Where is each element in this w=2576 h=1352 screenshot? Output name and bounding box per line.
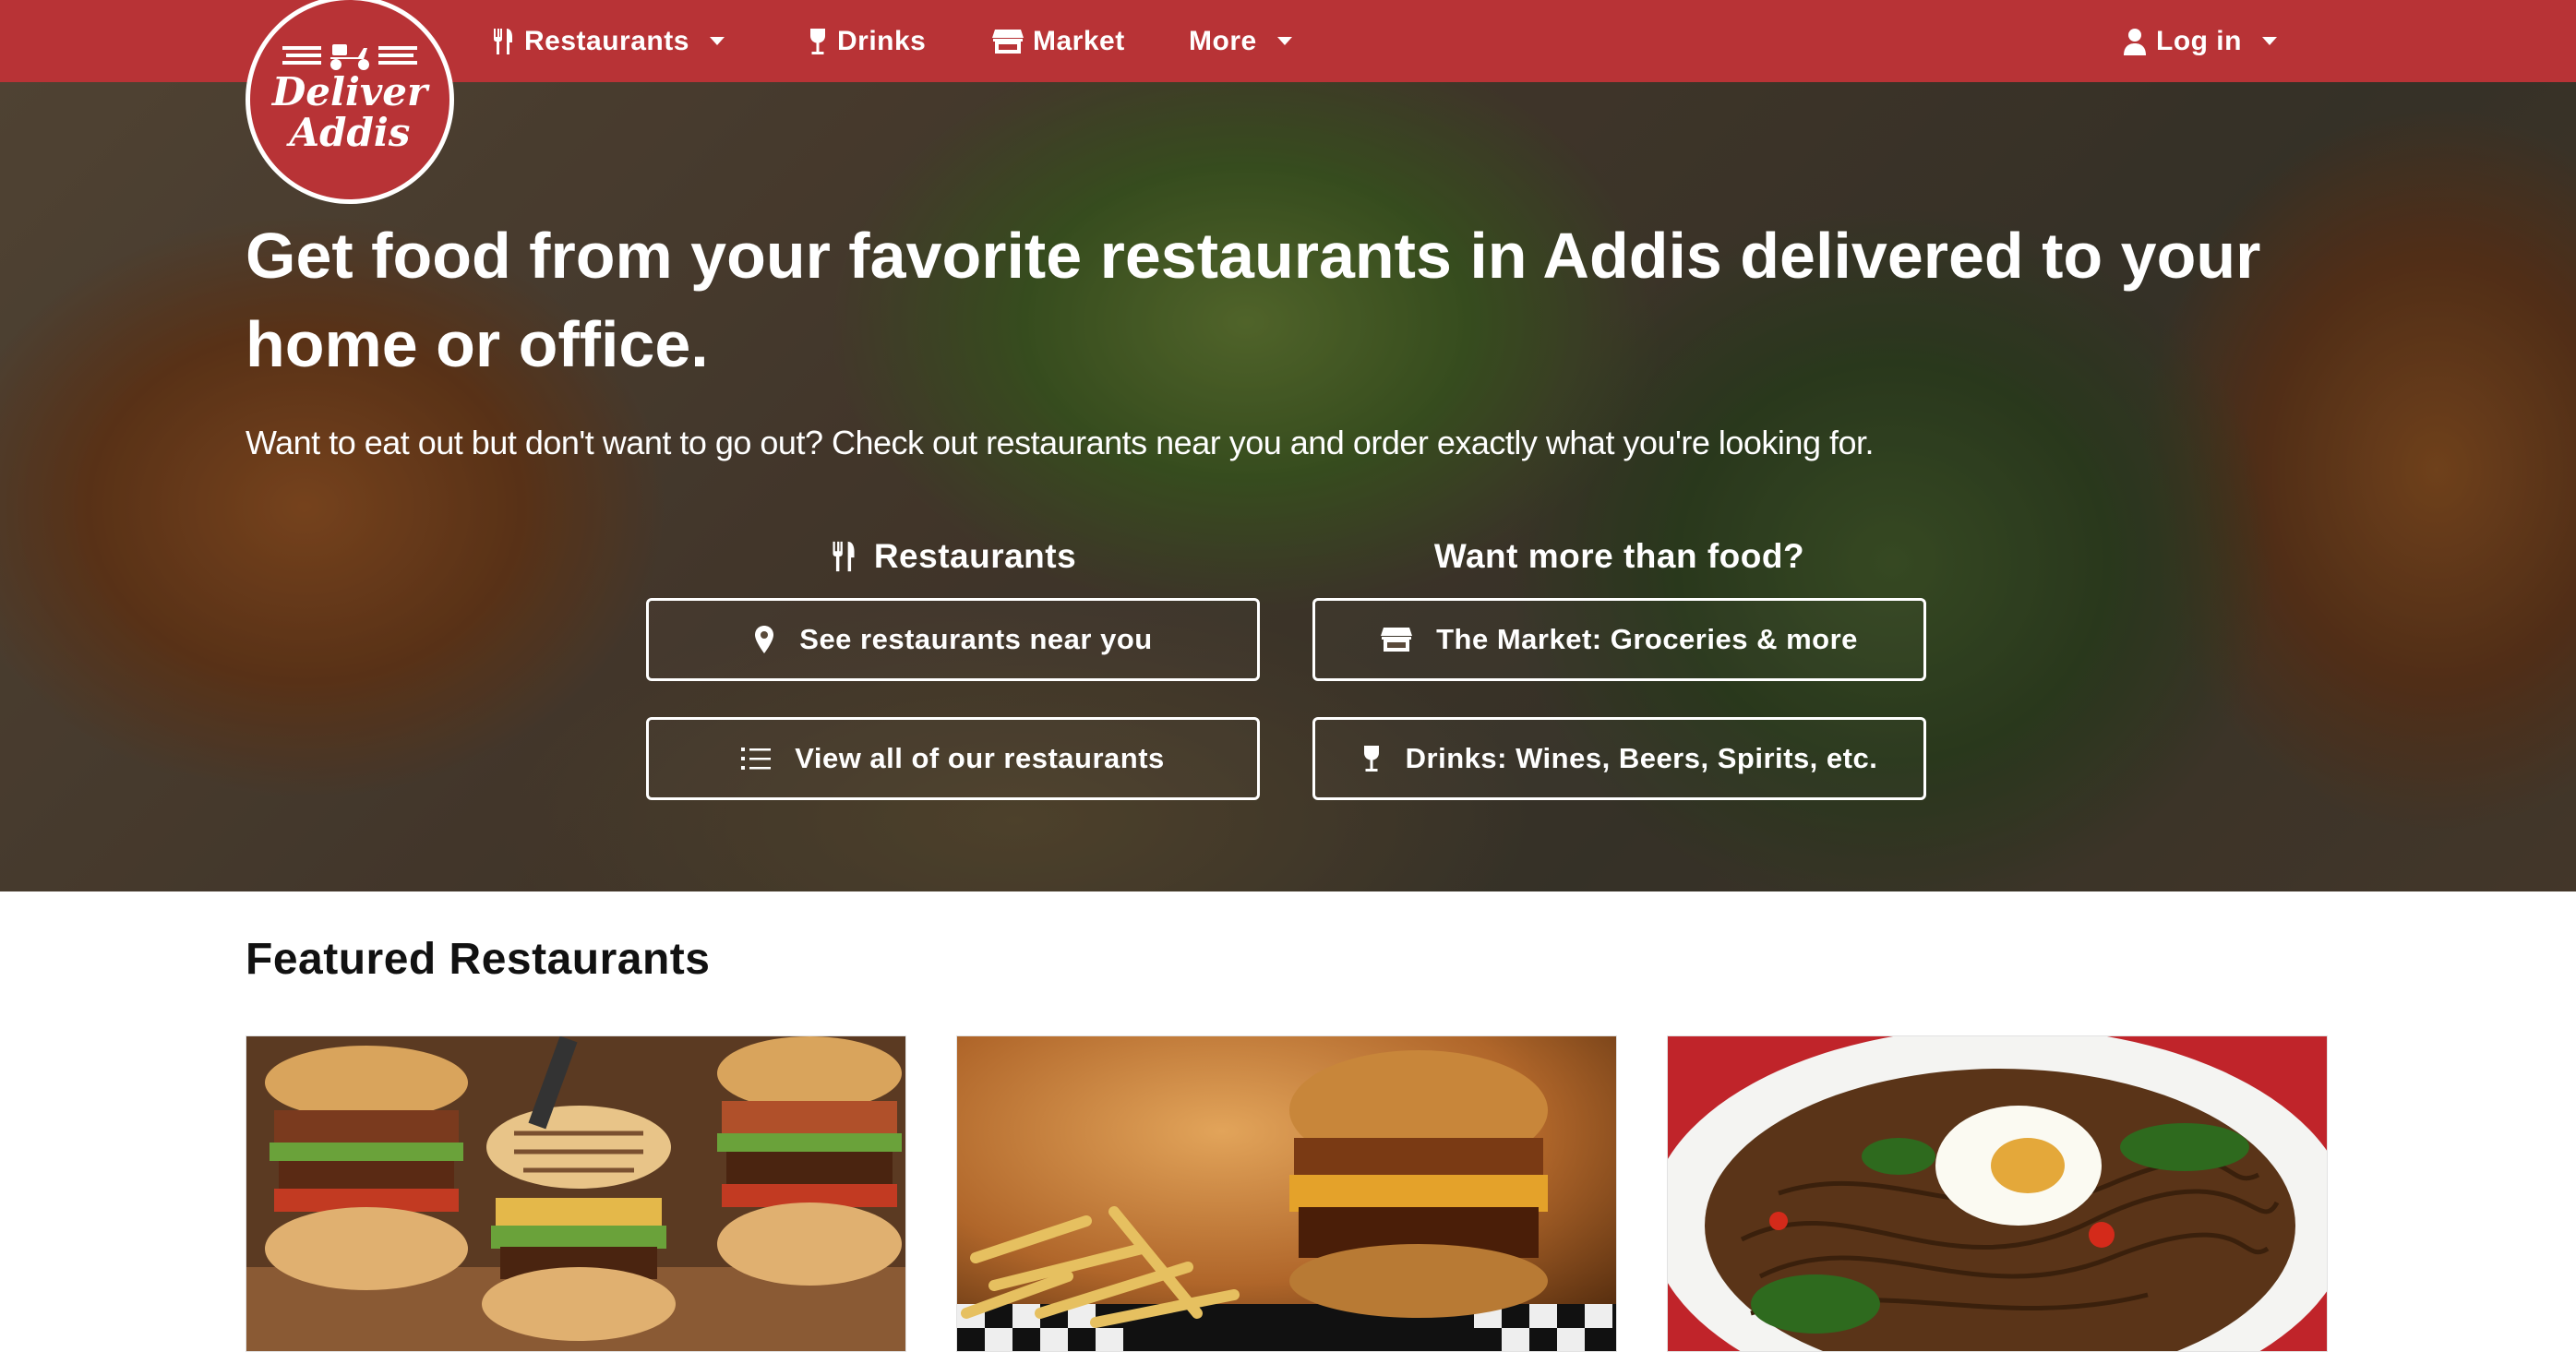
nav-more-label: More (1189, 25, 1257, 56)
market-groceries-label: The Market: Groceries & more (1436, 623, 1858, 655)
nav-drinks[interactable]: Drinks (808, 0, 926, 82)
hero-headline: Get food from your favorite restaurants … (246, 220, 2261, 380)
view-all-restaurants-label: View all of our restaurants (795, 742, 1165, 774)
noodles-image (1668, 1036, 2327, 1351)
featured-restaurant-card[interactable] (956, 1035, 1617, 1352)
chevron-down-icon (1276, 37, 1292, 45)
list-icon (741, 748, 772, 770)
see-restaurants-near-you-button[interactable]: See restaurants near you (646, 598, 1260, 681)
featured-restaurant-card[interactable] (1667, 1035, 2328, 1352)
nav-login-label: Log in (2156, 25, 2242, 56)
deliver-addis-logo[interactable]: Deliver Addis (246, 0, 454, 204)
see-restaurants-near-you-label: See restaurants near you (799, 623, 1153, 655)
chevron-down-icon (709, 37, 725, 45)
nav-restaurants[interactable]: Restaurants (491, 0, 725, 82)
wine-glass-icon (1363, 746, 1379, 772)
user-icon (2124, 28, 2146, 55)
burger-fries-image (957, 1036, 1616, 1351)
drinks-label: Drinks: Wines, Beers, Spirits, etc. (1405, 742, 1878, 774)
more-than-food-heading: Want more than food? (1433, 537, 1805, 575)
map-pin-icon (755, 626, 774, 653)
chevron-down-icon (2261, 37, 2277, 45)
market-groceries-button[interactable]: The Market: Groceries & more (1312, 598, 1926, 681)
nav-more[interactable]: More (1189, 0, 1292, 82)
utensils-icon (833, 541, 855, 572)
nav-market[interactable]: Market (992, 0, 1125, 82)
nav-restaurants-label: Restaurants (524, 25, 689, 56)
nav-market-label: Market (1033, 25, 1125, 56)
view-all-restaurants-button[interactable]: View all of our restaurants (646, 717, 1260, 800)
burgers-image (246, 1036, 905, 1351)
hero-banner: Get food from your favorite restaurants … (0, 82, 2576, 891)
restaurants-column-heading: Restaurants (646, 529, 1260, 584)
drinks-button[interactable]: Drinks: Wines, Beers, Spirits, etc. (1312, 717, 1926, 800)
nav-login[interactable]: Log in (2123, 0, 2277, 82)
nav-drinks-label: Drinks (837, 25, 927, 56)
logo-text-line1: Deliver (271, 69, 428, 114)
restaurants-column-label: Restaurants (873, 537, 1077, 575)
featured-restaurant-card[interactable] (246, 1035, 906, 1352)
hero-subline: Want to eat out but don't want to go out… (246, 424, 1875, 461)
store-icon (992, 29, 1024, 54)
store-icon (1381, 628, 1413, 652)
logo-scooter-icon (282, 44, 417, 70)
utensils-icon (494, 28, 512, 54)
featured-restaurants-heading: Featured Restaurants (246, 935, 711, 984)
logo-text-line2: Addis (289, 110, 411, 155)
wine-glass-icon (810, 28, 825, 54)
